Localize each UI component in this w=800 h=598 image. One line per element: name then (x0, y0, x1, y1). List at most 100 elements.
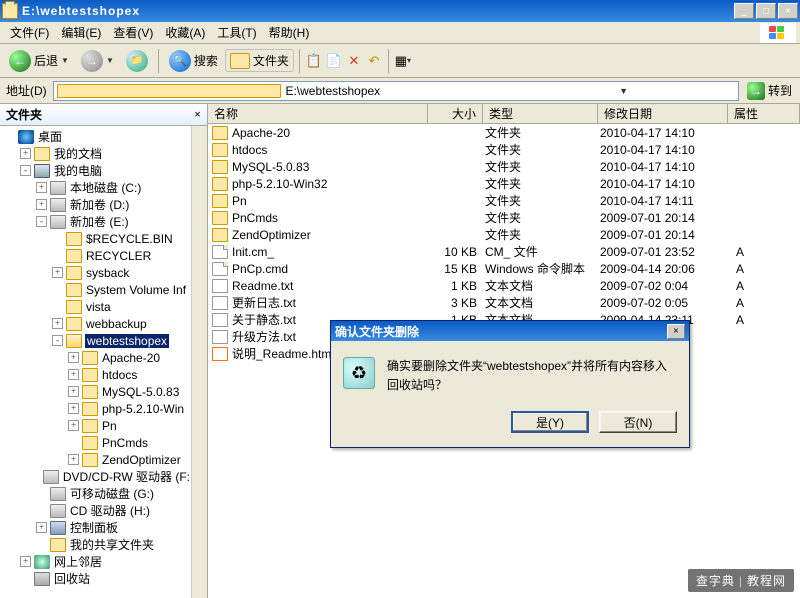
collapse-icon[interactable]: - (52, 335, 63, 346)
tree-item-dvd[interactable]: DVD/CD-RW 驱动器 (F: (0, 468, 191, 485)
file-row[interactable]: Pn文件夹2010-04-17 14:11 (208, 192, 800, 209)
tree-item-webbackup[interactable]: +webbackup (0, 315, 191, 332)
file-attr: A (728, 313, 800, 327)
expand-icon[interactable]: + (20, 556, 31, 567)
menu-edit[interactable]: 编辑(E) (55, 22, 107, 43)
tree-item-svi[interactable]: System Volume Inf (0, 281, 191, 298)
expand-icon[interactable]: + (68, 403, 79, 414)
col-name[interactable]: 名称 (208, 104, 428, 123)
tree-item-rem_g[interactable]: 可移动磁盘 (G:) (0, 485, 191, 502)
expand-icon[interactable]: + (36, 182, 47, 193)
tree-item-ctrl[interactable]: +控制面板 (0, 519, 191, 536)
address-input[interactable]: E:\webtestshopex ▼ (53, 81, 739, 101)
tree-item-mysql[interactable]: +MySQL-5.0.83 (0, 383, 191, 400)
tree-item-htdocs[interactable]: +htdocs (0, 366, 191, 383)
move-to-button[interactable]: 📋 (305, 52, 323, 70)
tree-item-recycler[interactable]: RECYCLER (0, 247, 191, 264)
maximize-button[interactable]: □ (756, 3, 776, 19)
tree-item-sysback[interactable]: +sysback (0, 264, 191, 281)
file-row[interactable]: PnCmds文件夹2009-07-01 20:14 (208, 209, 800, 226)
menu-help[interactable]: 帮助(H) (263, 22, 316, 43)
tree-item-netplaces[interactable]: +网上邻居 (0, 553, 191, 570)
file-row[interactable]: MySQL-5.0.83文件夹2010-04-17 14:10 (208, 158, 800, 175)
col-attr[interactable]: 属性 (728, 104, 800, 123)
tree-item-apache[interactable]: +Apache-20 (0, 349, 191, 366)
col-date[interactable]: 修改日期 (598, 104, 728, 123)
copy-to-button[interactable]: 📄 (325, 52, 343, 70)
expand-icon[interactable]: + (68, 420, 79, 431)
chevron-down-icon[interactable]: ▼ (512, 86, 735, 96)
file-row[interactable]: htdocs文件夹2010-04-17 14:10 (208, 141, 800, 158)
undo-button[interactable]: ↶ (365, 52, 383, 70)
expand-icon[interactable]: + (20, 148, 31, 159)
folders-button[interactable]: 文件夹 (225, 49, 294, 72)
dialog-titlebar[interactable]: 确认文件夹删除 × (331, 321, 689, 341)
file-type: 文件夹 (483, 158, 598, 175)
file-row[interactable]: PnCp.cmd15 KBWindows 命令脚本2009-04-14 20:0… (208, 260, 800, 277)
tree-item-vista[interactable]: vista (0, 298, 191, 315)
delete-button[interactable]: ✕ (345, 52, 363, 70)
expand-icon[interactable]: + (68, 352, 79, 363)
expand-icon[interactable]: + (52, 267, 63, 278)
collapse-icon[interactable]: - (20, 165, 31, 176)
expand-icon[interactable]: + (68, 454, 79, 465)
expand-icon[interactable]: + (36, 522, 47, 533)
file-name: 说明_Readme.htm (232, 345, 331, 362)
tree-item-pn[interactable]: +Pn (0, 417, 191, 434)
go-button[interactable]: → 转到 (743, 81, 796, 101)
tree-item-recyclebin[interactable]: 回收站 (0, 570, 191, 587)
file-row[interactable]: Init.cm_10 KBCM_ 文件2009-07-01 23:52A (208, 243, 800, 260)
tree-item-drive_e[interactable]: -新加卷 (E:) (0, 213, 191, 230)
file-row[interactable]: Apache-20文件夹2010-04-17 14:10 (208, 124, 800, 141)
tree-item-desktop[interactable]: 桌面 (0, 128, 191, 145)
menu-favorites[interactable]: 收藏(A) (159, 22, 211, 43)
dialog-close-button[interactable]: × (667, 324, 685, 339)
minimize-button[interactable]: _ (734, 3, 754, 19)
col-size[interactable]: 大小 (428, 104, 483, 123)
yes-button[interactable]: 是(Y) (511, 411, 589, 433)
drive-icon (50, 504, 66, 518)
file-attr: A (728, 296, 800, 310)
tree-item-mydoc[interactable]: +我的文档 (0, 145, 191, 162)
no-button[interactable]: 否(N) (599, 411, 677, 433)
forward-button[interactable]: → ▼ (76, 47, 119, 75)
close-pane-button[interactable]: × (194, 107, 201, 122)
expand-icon[interactable]: + (36, 199, 47, 210)
tree-item-mycomp[interactable]: -我的电脑 (0, 162, 191, 179)
up-button[interactable]: 📁 (121, 47, 153, 75)
expand-icon[interactable]: + (52, 318, 63, 329)
expand-icon[interactable]: + (68, 386, 79, 397)
tree-item-php[interactable]: +php-5.2.10-Win (0, 400, 191, 417)
close-button[interactable]: × (778, 3, 798, 19)
file-name: php-5.2.10-Win32 (232, 177, 327, 191)
folder-icon (57, 84, 282, 98)
tree-item-zend[interactable]: +ZendOptimizer (0, 451, 191, 468)
file-row[interactable]: Readme.txt1 KB文本文档2009-07-02 0:04A (208, 277, 800, 294)
menu-view[interactable]: 查看(V) (107, 22, 159, 43)
search-label: 搜索 (194, 52, 218, 69)
menu-file[interactable]: 文件(F) (4, 22, 55, 43)
collapse-icon[interactable]: - (36, 216, 47, 227)
back-button[interactable]: ← 后退 ▼ (4, 47, 74, 75)
folder-tree[interactable]: 桌面+我的文档-我的电脑+本地磁盘 (C:)+新加卷 (D:)-新加卷 (E:)… (0, 126, 191, 598)
file-type: 文件夹 (483, 141, 598, 158)
file-row[interactable]: ZendOptimizer文件夹2009-07-01 20:14 (208, 226, 800, 243)
tree-item-webtestshopex[interactable]: -webtestshopex (0, 332, 191, 349)
tree-item-drive_c[interactable]: +本地磁盘 (C:) (0, 179, 191, 196)
file-name: PnCmds (232, 211, 278, 225)
file-row[interactable]: php-5.2.10-Win32文件夹2010-04-17 14:10 (208, 175, 800, 192)
col-type[interactable]: 类型 (483, 104, 598, 123)
tree-item-recycle_bin[interactable]: $RECYCLE.BIN (0, 230, 191, 247)
folder-icon (82, 402, 98, 416)
menu-tools[interactable]: 工具(T) (211, 22, 262, 43)
tree-item-cd_h[interactable]: CD 驱动器 (H:) (0, 502, 191, 519)
tree-item-pncmds[interactable]: PnCmds (0, 434, 191, 451)
file-date: 2009-07-01 23:52 (598, 245, 728, 259)
expand-icon[interactable]: + (68, 369, 79, 380)
views-button[interactable]: ▦▾ (394, 52, 412, 70)
tree-item-shared[interactable]: 我的共享文件夹 (0, 536, 191, 553)
scrollbar[interactable] (191, 126, 207, 598)
file-row[interactable]: 更新日志.txt3 KB文本文档2009-07-02 0:05A (208, 294, 800, 311)
search-button[interactable]: 🔍 搜索 (164, 47, 223, 75)
tree-item-drive_d[interactable]: +新加卷 (D:) (0, 196, 191, 213)
